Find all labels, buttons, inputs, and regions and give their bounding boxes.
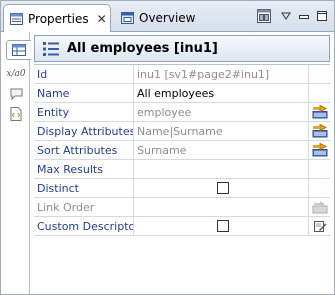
vertical-tab-strip: x/a0 xyxy=(1,32,31,294)
property-label: Name xyxy=(34,84,134,102)
tab-properties[interactable]: Properties ✕ xyxy=(3,4,111,32)
chooser-icon xyxy=(312,124,327,138)
property-row-link-order[interactable]: Link Order xyxy=(34,198,330,217)
maximize-icon[interactable] xyxy=(314,8,330,24)
name-field[interactable] xyxy=(134,84,308,102)
choose-entity-button[interactable] xyxy=(308,103,330,121)
property-value-distinct[interactable] xyxy=(134,179,308,197)
properties-icon xyxy=(10,12,23,25)
edit-icon xyxy=(313,221,326,232)
property-label: Link Order xyxy=(34,198,134,216)
choose-link-order-disabled-button[interactable] xyxy=(308,198,330,216)
checkbox[interactable] xyxy=(216,182,229,194)
empty-button-cell xyxy=(308,65,330,83)
table-icon[interactable] xyxy=(6,40,31,60)
properties-view: Properties ✕ Overview x/a0 All employees… xyxy=(0,0,335,295)
xpath-icon-label: x/a0 xyxy=(6,69,26,79)
properties-content: All employees [inu1] Id inu1 [sv1#page2#i… xyxy=(31,32,333,294)
list-icon xyxy=(43,41,59,56)
comment-icon[interactable] xyxy=(4,84,28,104)
property-row-id[interactable]: Id inu1 [sv1#page2#inu1] xyxy=(34,65,330,84)
view-tab-bar: Properties ✕ Overview xyxy=(1,1,334,32)
choose-display-attributes-button[interactable] xyxy=(308,122,330,140)
overview-icon xyxy=(121,11,134,24)
properties-table: Idinu1 [sv1#page2#inu1]NameEntityemploye… xyxy=(34,64,330,236)
view-layout-icon[interactable] xyxy=(256,8,272,24)
property-label: Id xyxy=(34,65,134,83)
minimize-icon[interactable] xyxy=(296,8,312,24)
property-value-custom-descriptor[interactable] xyxy=(134,217,308,235)
property-value-id[interactable]: inu1 [sv1#page2#inu1] xyxy=(134,65,308,83)
empty-button-cell xyxy=(308,160,330,178)
close-icon[interactable]: ✕ xyxy=(97,12,107,26)
property-row-custom-descriptor[interactable]: Custom Descriptor xyxy=(34,217,330,236)
chooser-icon xyxy=(312,143,327,157)
page-title: All employees [inu1] xyxy=(67,41,218,56)
property-label: Custom Descriptor xyxy=(34,217,134,235)
edit-descriptor-button[interactable] xyxy=(308,217,330,235)
property-row-sort-attributes[interactable]: Sort Attributes Surname xyxy=(34,141,330,160)
chooser-icon xyxy=(312,105,327,119)
property-value-display-attributes[interactable]: Name|Surname xyxy=(134,122,308,140)
property-label: Entity xyxy=(34,103,134,121)
tab-properties-label: Properties xyxy=(28,11,89,26)
property-label: Distinct xyxy=(34,179,134,197)
property-label: Max Results xyxy=(34,160,134,178)
property-row-display-attributes[interactable]: Display Attributes Name|Surname xyxy=(34,122,330,141)
checkbox[interactable] xyxy=(216,220,229,232)
property-label: Sort Attributes xyxy=(34,141,134,159)
property-value-name[interactable] xyxy=(134,84,308,102)
property-label: Display Attributes xyxy=(34,122,134,140)
view-menu-icon[interactable] xyxy=(278,8,294,24)
chooser-icon xyxy=(312,201,327,214)
empty-button-cell xyxy=(308,179,330,197)
tab-overview[interactable]: Overview xyxy=(115,4,196,31)
property-row-name[interactable]: Name xyxy=(34,84,330,103)
xpath-icon[interactable]: x/a0 xyxy=(4,64,28,84)
property-value-max-results[interactable] xyxy=(134,160,308,178)
property-value-link-order[interactable] xyxy=(134,198,308,216)
code-icon[interactable] xyxy=(4,104,28,124)
choose-sort-attributes-button[interactable] xyxy=(308,141,330,159)
property-value-entity[interactable]: employee xyxy=(134,103,308,121)
property-row-distinct[interactable]: Distinct xyxy=(34,179,330,198)
property-value-sort-attributes[interactable]: Surname xyxy=(134,141,308,159)
tab-overview-label: Overview xyxy=(139,10,196,25)
empty-button-cell xyxy=(308,84,330,102)
properties-title-bar: All employees [inu1] xyxy=(34,35,330,62)
property-row-entity[interactable]: Entity employee xyxy=(34,103,330,122)
property-row-max-results[interactable]: Max Results xyxy=(34,160,330,179)
